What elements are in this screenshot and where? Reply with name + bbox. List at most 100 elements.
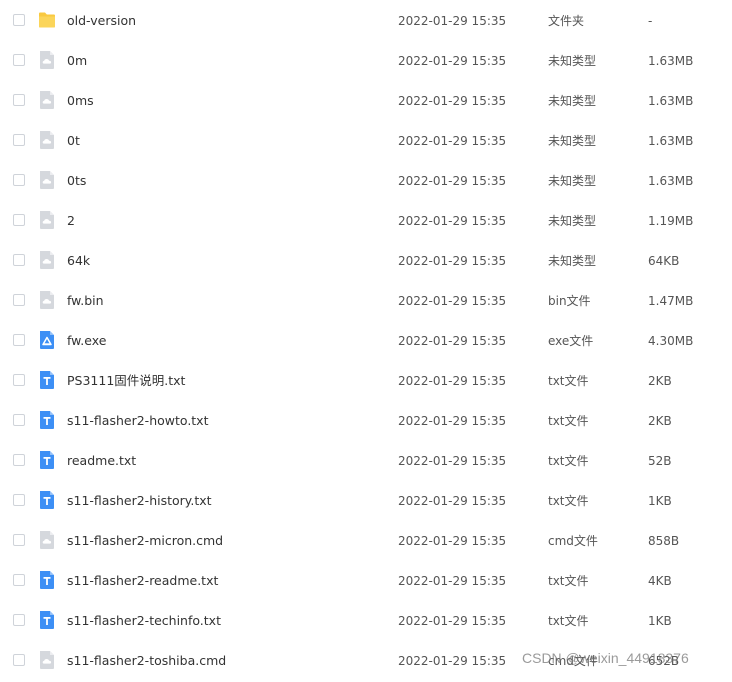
file-type: bin文件: [548, 294, 591, 308]
row-checkbox[interactable]: [13, 374, 25, 386]
file-name[interactable]: PS3111固件说明.txt: [67, 360, 185, 402]
file-date: 2022-01-29 15:35: [398, 374, 507, 388]
text-file-icon: [38, 610, 56, 630]
row-checkbox[interactable]: [13, 134, 25, 146]
file-row[interactable]: fw.exe 2022-01-29 15:35 exe文件 4.30MB: [0, 320, 732, 360]
row-checkbox[interactable]: [13, 214, 25, 226]
unknown-file-icon: [38, 290, 56, 310]
file-type: 文件夹: [548, 14, 585, 28]
file-name[interactable]: 0ms: [67, 80, 94, 122]
file-name[interactable]: s11-flasher2-micron.cmd: [67, 520, 223, 562]
file-date: 2022-01-29 15:35: [398, 534, 507, 548]
row-checkbox[interactable]: [13, 534, 25, 546]
file-date: 2022-01-29 15:35: [398, 414, 507, 428]
file-date: 2022-01-29 15:35: [398, 254, 507, 268]
file-type: cmd文件: [548, 654, 598, 668]
row-checkbox[interactable]: [13, 54, 25, 66]
file-row[interactable]: 0m 2022-01-29 15:35 未知类型 1.63MB: [0, 40, 732, 80]
file-name[interactable]: 0ts: [67, 160, 86, 202]
file-type: 未知类型: [548, 54, 597, 68]
file-size: 1.63MB: [648, 174, 694, 188]
text-file-icon: [38, 370, 56, 390]
file-date: 2022-01-29 15:35: [398, 494, 507, 508]
row-checkbox[interactable]: [13, 294, 25, 306]
file-name[interactable]: s11-flasher2-techinfo.txt: [67, 600, 221, 642]
file-date: 2022-01-29 15:35: [398, 574, 507, 588]
file-date: 2022-01-29 15:35: [398, 334, 507, 348]
file-name[interactable]: fw.bin: [67, 280, 104, 322]
file-size: 4.30MB: [648, 334, 694, 348]
row-checkbox[interactable]: [13, 574, 25, 586]
file-row[interactable]: readme.txt 2022-01-29 15:35 txt文件 52B: [0, 440, 732, 480]
file-name[interactable]: 0t: [67, 120, 80, 162]
file-size: 1.19MB: [648, 214, 694, 228]
text-file-icon: [38, 490, 56, 510]
file-type: 未知类型: [548, 94, 597, 108]
unknown-file-icon: [38, 530, 56, 550]
file-row[interactable]: 0t 2022-01-29 15:35 未知类型 1.63MB: [0, 120, 732, 160]
file-size: 1KB: [648, 614, 672, 628]
row-checkbox[interactable]: [13, 654, 25, 666]
file-type: 未知类型: [548, 254, 597, 268]
row-checkbox[interactable]: [13, 414, 25, 426]
file-size: 1KB: [648, 494, 672, 508]
file-name[interactable]: 2: [67, 200, 75, 242]
file-name[interactable]: s11-flasher2-readme.txt: [67, 560, 218, 602]
unknown-file-icon: [38, 50, 56, 70]
text-file-icon: [38, 450, 56, 470]
row-checkbox[interactable]: [13, 614, 25, 626]
file-type: cmd文件: [548, 534, 598, 548]
file-name[interactable]: s11-flasher2-history.txt: [67, 480, 212, 522]
file-name[interactable]: 64k: [67, 240, 90, 282]
file-row[interactable]: PS3111固件说明.txt 2022-01-29 15:35 txt文件 2KB: [0, 360, 732, 400]
row-checkbox[interactable]: [13, 454, 25, 466]
file-date: 2022-01-29 15:35: [398, 654, 507, 668]
unknown-file-icon: [38, 90, 56, 110]
file-date: 2022-01-29 15:35: [398, 94, 507, 108]
row-checkbox[interactable]: [13, 94, 25, 106]
file-date: 2022-01-29 15:35: [398, 174, 507, 188]
file-row[interactable]: 0ts 2022-01-29 15:35 未知类型 1.63MB: [0, 160, 732, 200]
file-row[interactable]: s11-flasher2-howto.txt 2022-01-29 15:35 tx…: [0, 400, 732, 440]
file-row[interactable]: s11-flasher2-micron.cmd 2022-01-29 15:35 c…: [0, 520, 732, 560]
row-checkbox[interactable]: [13, 254, 25, 266]
file-row[interactable]: s11-flasher2-history.txt 2022-01-29 15:35…: [0, 480, 732, 520]
file-size: 4KB: [648, 574, 672, 588]
file-date: 2022-01-29 15:35: [398, 294, 507, 308]
file-date: 2022-01-29 15:35: [398, 54, 507, 68]
file-row[interactable]: s11-flasher2-toshiba.cmd 2022-01-29 15:35…: [0, 640, 732, 680]
unknown-file-icon: [38, 170, 56, 190]
file-list: old-version 2022-01-29 15:35 文件夹 - 0m 2022-0…: [0, 0, 732, 680]
file-row[interactable]: 2 2022-01-29 15:35 未知类型 1.19MB: [0, 200, 732, 240]
file-name[interactable]: fw.exe: [67, 320, 106, 362]
row-checkbox[interactable]: [13, 14, 25, 26]
file-row[interactable]: fw.bin 2022-01-29 15:35 bin文件 1.47MB: [0, 280, 732, 320]
file-type: txt文件: [548, 614, 589, 628]
file-row[interactable]: s11-flasher2-techinfo.txt 2022-01-29 15:3…: [0, 600, 732, 640]
row-checkbox[interactable]: [13, 174, 25, 186]
file-date: 2022-01-29 15:35: [398, 614, 507, 628]
file-name[interactable]: 0m: [67, 40, 87, 82]
text-file-icon: [38, 410, 56, 430]
file-name[interactable]: s11-flasher2-toshiba.cmd: [67, 640, 226, 682]
unknown-file-icon: [38, 210, 56, 230]
unknown-file-icon: [38, 130, 56, 150]
file-row[interactable]: 64k 2022-01-29 15:35 未知类型 64KB: [0, 240, 732, 280]
file-row[interactable]: s11-flasher2-readme.txt 2022-01-29 15:35 t…: [0, 560, 732, 600]
file-name[interactable]: readme.txt: [67, 440, 136, 482]
row-checkbox[interactable]: [13, 334, 25, 346]
folder-icon: [38, 10, 56, 30]
file-name[interactable]: s11-flasher2-howto.txt: [67, 400, 209, 442]
file-date: 2022-01-29 15:35: [398, 214, 507, 228]
file-size: 64KB: [648, 254, 680, 268]
file-size: 52B: [648, 454, 672, 468]
file-name[interactable]: old-version: [67, 0, 136, 42]
file-date: 2022-01-29 15:35: [398, 134, 507, 148]
file-size: 2KB: [648, 374, 672, 388]
file-row[interactable]: 0ms 2022-01-29 15:35 未知类型 1.63MB: [0, 80, 732, 120]
unknown-file-icon: [38, 650, 56, 670]
file-row[interactable]: old-version 2022-01-29 15:35 文件夹 -: [0, 0, 732, 40]
file-date: 2022-01-29 15:35: [398, 454, 507, 468]
row-checkbox[interactable]: [13, 494, 25, 506]
file-type: txt文件: [548, 374, 589, 388]
